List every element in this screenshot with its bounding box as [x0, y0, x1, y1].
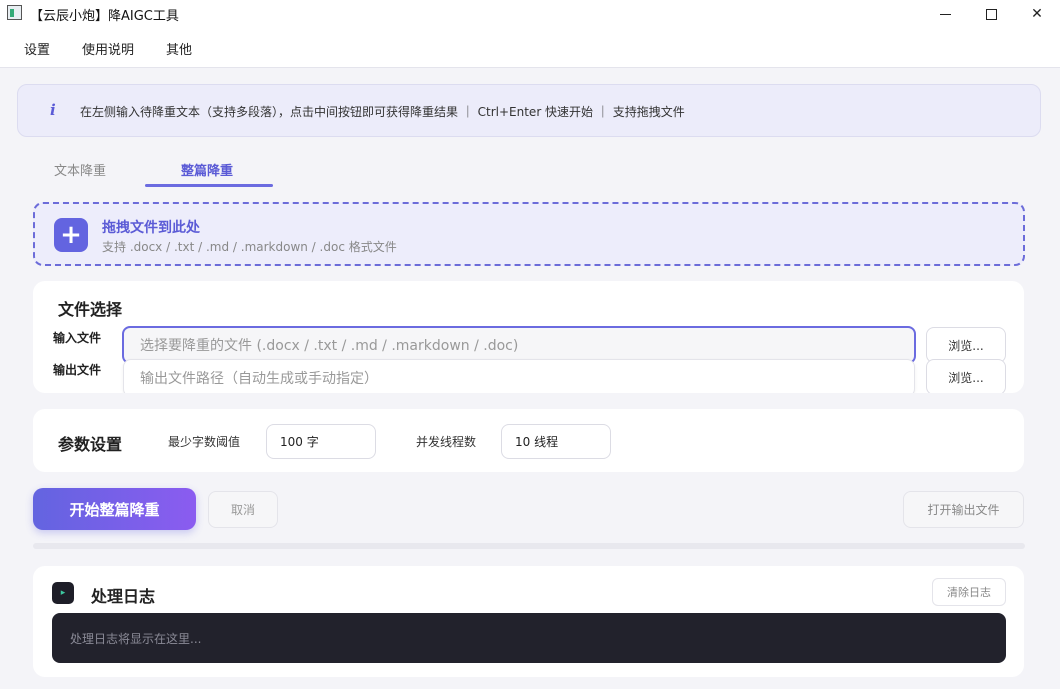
clear-log-button[interactable]: 清除日志: [932, 578, 1006, 606]
browse-output-button[interactable]: 浏览...: [926, 359, 1006, 393]
close-button[interactable]: ✕: [1014, 0, 1060, 28]
threads-label: 并发线程数: [416, 435, 477, 449]
input-file-label: 输入文件: [53, 331, 102, 345]
info-banner: i 在左侧输入待降重文本（支持多段落），点击中间按钮即可获得降重结果 ｜ Ctr…: [17, 84, 1041, 137]
log-card: ▸ 处理日志 清除日志 处理日志将显示在这里...: [33, 566, 1024, 677]
menu-settings[interactable]: 设置: [24, 39, 50, 58]
threads-input[interactable]: 10 线程: [501, 424, 611, 459]
min-chars-input[interactable]: 100 字: [266, 424, 376, 459]
info-text: 在左侧输入待降重文本（支持多段落），点击中间按钮即可获得降重结果 ｜ Ctrl+…: [80, 105, 685, 119]
tab-document-rewrite[interactable]: 整篇降重: [181, 160, 233, 179]
close-icon: ✕: [1031, 6, 1043, 22]
plus-icon: +: [54, 218, 88, 252]
app-icon: [7, 5, 22, 20]
params-title: 参数设置: [58, 435, 123, 454]
open-output-button[interactable]: 打开输出文件: [903, 491, 1024, 528]
window-title: 【云辰小炮】降AIGC工具: [30, 9, 179, 24]
output-file-field[interactable]: 输出文件路径（自动生成或手动指定）: [123, 359, 915, 393]
file-select-card: 文件选择 输入文件 选择要降重的文件 (.docx / .txt / .md /…: [33, 281, 1024, 393]
file-select-title: 文件选择: [58, 300, 123, 319]
minimize-icon: [939, 13, 951, 15]
maximize-icon: [985, 8, 997, 20]
active-tab-indicator: [145, 184, 273, 187]
file-dropzone[interactable]: + 拖拽文件到此处 支持 .docx / .txt / .md / .markd…: [33, 202, 1025, 266]
menu-bar: 设置 使用说明 其他: [0, 28, 1060, 68]
progress-bar: [33, 543, 1025, 549]
info-icon: i: [50, 101, 56, 119]
tab-text-rewrite[interactable]: 文本降重: [54, 160, 106, 179]
log-output[interactable]: 处理日志将显示在这里...: [52, 613, 1006, 663]
terminal-icon: ▸: [52, 582, 74, 604]
title-bar: 【云辰小炮】降AIGC工具 ✕: [0, 0, 1060, 28]
params-card: 参数设置 最少字数阈值 100 字 并发线程数 10 线程: [33, 409, 1024, 472]
maximize-button[interactable]: [968, 0, 1014, 28]
browse-input-button[interactable]: 浏览...: [926, 327, 1006, 363]
log-title: 处理日志: [91, 587, 156, 606]
menu-other[interactable]: 其他: [166, 39, 192, 58]
output-file-label: 输出文件: [53, 363, 102, 377]
minimize-button[interactable]: [922, 0, 968, 28]
menu-help[interactable]: 使用说明: [82, 39, 134, 58]
cancel-button[interactable]: 取消: [208, 491, 278, 528]
min-chars-label: 最少字数阈值: [168, 435, 241, 449]
dropzone-title: 拖拽文件到此处: [102, 220, 200, 236]
start-button[interactable]: 开始整篇降重: [33, 488, 196, 530]
dropzone-subtitle: 支持 .docx / .txt / .md / .markdown / .doc…: [102, 240, 397, 254]
